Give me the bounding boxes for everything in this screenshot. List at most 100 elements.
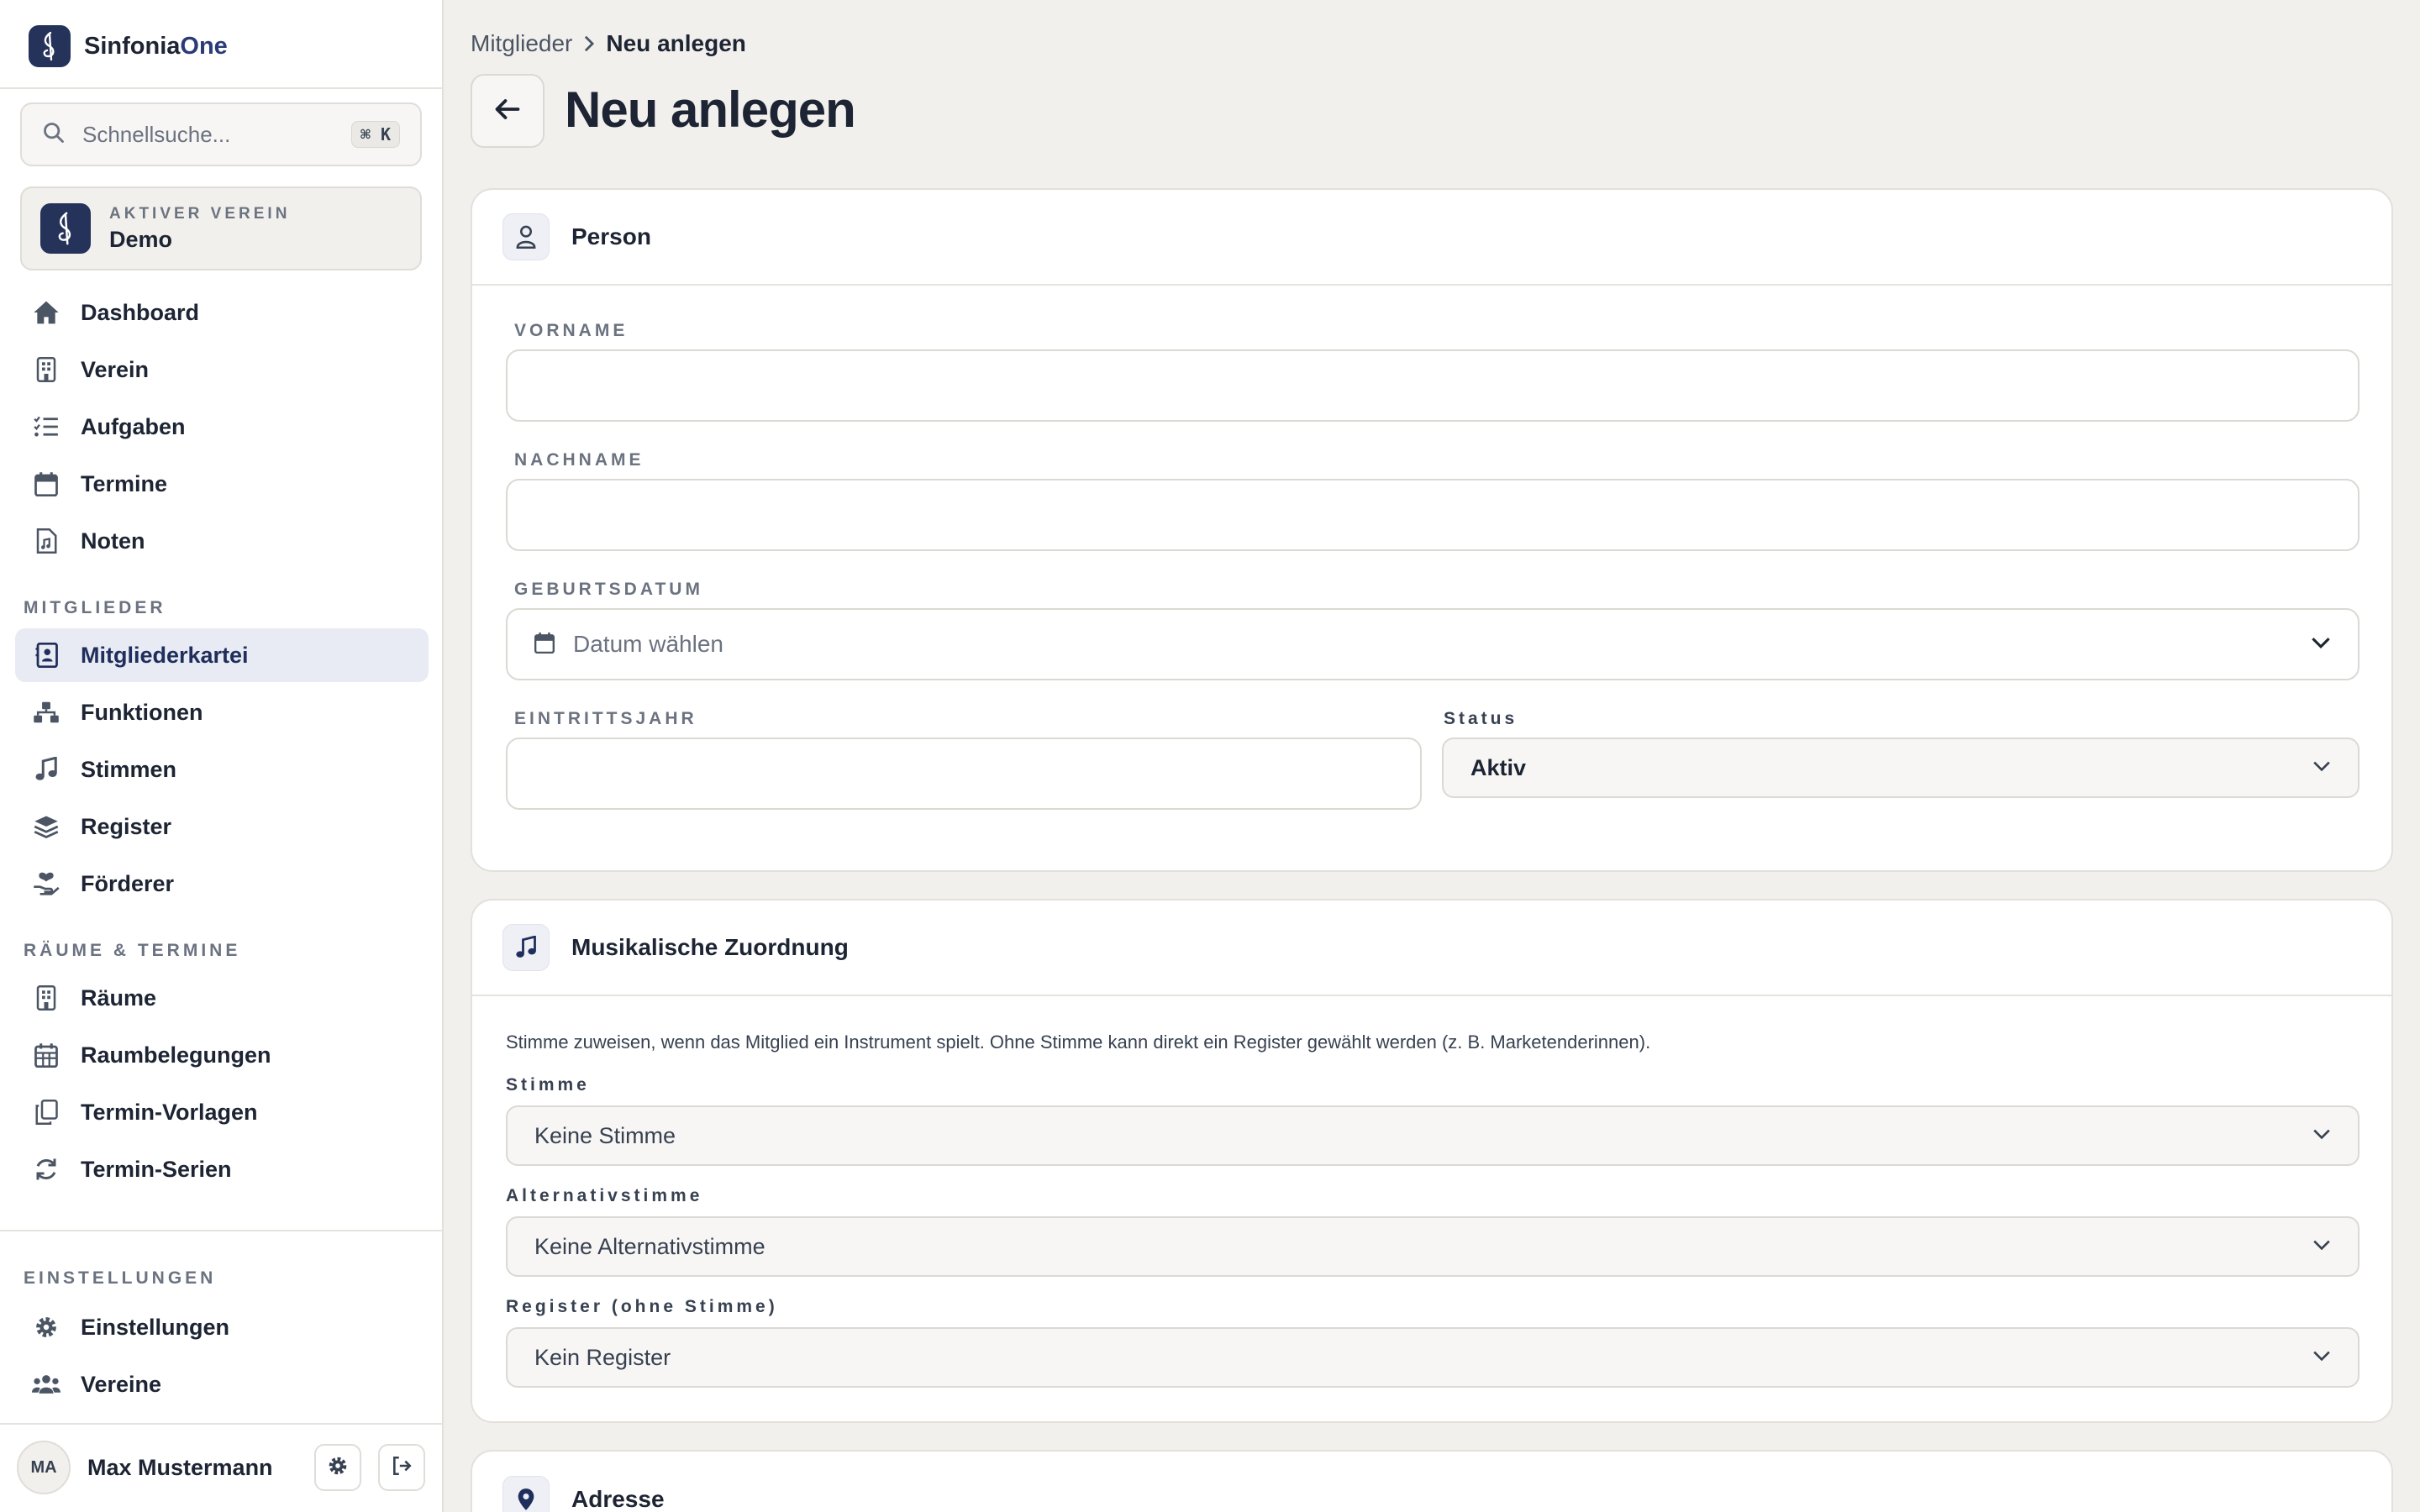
music-note-icon [32,755,60,784]
breadcrumb-link-mitglieder[interactable]: Mitglieder [471,30,572,57]
nachname-input[interactable] [506,479,2360,551]
nav-item-funktionen[interactable]: Funktionen [15,685,429,739]
home-icon [32,298,60,327]
alternativstimme-label: Alternativstimme [506,1186,703,1205]
nav-label: Verein [81,356,150,382]
nav-item-verein[interactable]: Verein [15,343,429,396]
nav-label: Mitgliederkartei [81,642,249,668]
nav-item-termin-serien[interactable]: Termin-Serien [15,1142,429,1196]
avatar[interactable]: MA [17,1441,71,1494]
gear-icon [327,1455,349,1481]
register-value: Kein Register [534,1344,671,1370]
status-value: Aktiv [1470,754,1527,780]
alternativstimme-value: Keine Alternativstimme [534,1233,765,1259]
brand-name-part1: Sinfonia [84,32,181,60]
hierarchy-icon [32,698,60,727]
address-card-icon [32,641,60,669]
stimme-select[interactable]: Keine Stimme [506,1105,2360,1166]
nav-label: Stimmen [81,756,177,782]
nav-label: Noten [81,528,145,554]
divider [0,1230,442,1231]
list-check-icon [32,412,60,441]
vorname-input[interactable] [506,349,2360,422]
stimme-label: Stimme [506,1075,590,1095]
eintrittsjahr-label: EINTRITTSJAHR [514,709,697,728]
geburtsdatum-datepicker[interactable]: Datum wählen [506,608,2360,680]
brand[interactable]: SinfoniaOne [29,25,228,67]
status-label: Status [1444,709,1518,728]
nav-item-noten[interactable]: Noten [15,514,429,568]
register-label: Register (ohne Stimme) [506,1297,778,1316]
nav-label: Einstellungen [81,1314,230,1340]
card-title: Person [571,223,651,249]
map-pin-icon [502,1476,550,1512]
logout-icon [391,1455,413,1481]
person-card: Person VORNAME NACHNAME GEBURTSDATUM Dat… [471,188,2393,872]
nav-label: Räume [81,984,157,1011]
search-icon [42,121,66,149]
nav-label: Funktionen [81,699,203,725]
nav-label: Termin-Vorlagen [81,1099,258,1125]
nachname-label: NACHNAME [514,450,644,470]
status-select[interactable]: Aktiv [1442,738,2360,798]
nav-label: Termin-Serien [81,1156,232,1182]
nav-item-register[interactable]: Register [15,800,429,853]
active-club-name: Demo [109,226,173,252]
user-name: Max Mustermann [87,1454,273,1480]
chevron-down-icon [2312,1350,2331,1366]
nav-label: Termine [81,470,168,496]
brand-name: SinfoniaOne [84,33,228,60]
section-label-raeume-termine: RÄUME & TERMINE [24,941,241,960]
register-select[interactable]: Kein Register [506,1327,2360,1388]
section-label-mitglieder: MITGLIEDER [24,598,166,617]
user-icon [502,213,550,260]
nav-item-stimmen[interactable]: Stimmen [15,743,429,796]
address-card: Adresse [471,1450,2393,1512]
quick-search[interactable]: Schnellsuche... ⌘ K [20,102,422,166]
calendar-icon [32,470,60,498]
nav-item-dashboard[interactable]: Dashboard [15,286,429,339]
copy-icon [32,1098,60,1126]
logout-button[interactable] [378,1444,425,1491]
nav-item-termine[interactable]: Termine [15,457,429,511]
nav-item-raumbelegungen[interactable]: Raumbelegungen [15,1028,429,1082]
nav-label: Dashboard [81,299,200,325]
nav-item-vereine[interactable]: Vereine [15,1357,429,1411]
arrow-left-icon [495,98,520,124]
nav-item-foerderer[interactable]: Förderer [15,857,429,911]
music-note-icon [502,924,550,971]
alternativstimme-select[interactable]: Keine Alternativstimme [506,1216,2360,1277]
refresh-icon [32,1155,60,1184]
brand-name-part2: One [180,32,228,60]
card-title: Musikalische Zuordnung [571,934,849,960]
chevron-right-icon [582,34,596,53]
back-button[interactable] [471,74,544,148]
treble-clef-icon [40,203,91,254]
chevron-down-icon [2312,760,2331,776]
breadcrumb: Mitglieder Neu anlegen [471,30,746,57]
sidebar: SinfoniaOne Schnellsuche... ⌘ K AKTIVER … [0,0,444,1512]
hand-heart-icon [32,869,60,898]
eintrittsjahr-input[interactable] [506,738,1422,810]
geburtsdatum-placeholder: Datum wählen [573,631,723,657]
card-title: Adresse [571,1486,665,1512]
person-card-header: Person [472,190,2391,286]
gear-icon [32,1313,60,1341]
nav-item-mitgliederkartei[interactable]: Mitgliederkartei [15,628,429,682]
nav-item-aufgaben[interactable]: Aufgaben [15,400,429,454]
nav-item-raeume[interactable]: Räume [15,971,429,1025]
building-icon [32,984,60,1012]
music-card-header: Musikalische Zuordnung [472,900,2391,996]
nav-label: Raumbelegungen [81,1042,271,1068]
breadcrumb-current: Neu anlegen [606,30,746,56]
active-club-switcher[interactable]: AKTIVER VEREIN Demo [20,186,422,270]
stimme-value: Keine Stimme [534,1122,676,1148]
treble-clef-logo-icon [29,25,71,67]
address-card-header: Adresse [472,1452,2391,1512]
calendar-icon [534,632,555,658]
user-settings-button[interactable] [314,1444,361,1491]
nav-item-einstellungen[interactable]: Einstellungen [15,1300,429,1354]
nav-item-termin-vorlagen[interactable]: Termin-Vorlagen [15,1085,429,1139]
geburtsdatum-label: GEBURTSDATUM [514,580,703,599]
page-title: Neu anlegen [565,81,856,138]
